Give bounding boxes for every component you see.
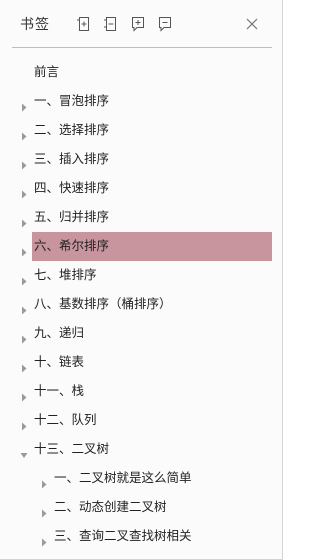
expand-arrow-icon[interactable] <box>20 213 28 228</box>
bookmark-item[interactable]: 六、希尔排序 <box>0 232 282 261</box>
bookmark-item[interactable]: 七、堆排序 <box>0 261 282 290</box>
expand-arrow-icon[interactable] <box>20 242 28 257</box>
panel-title: 书签 <box>20 17 50 33</box>
close-icon[interactable] <box>244 16 260 32</box>
bookmark-label: 前言 <box>34 64 60 79</box>
bookmark-options-icon[interactable] <box>157 16 173 32</box>
bookmark-label: 十三、二叉树 <box>34 441 110 456</box>
bookmark-tree: 前言一、冒泡排序 二、选择排序 三、插入排序 四、快速排序 五、归并排序 六、希尔排序 七、… <box>0 58 282 551</box>
bookmark-label: 十一、栈 <box>34 383 85 398</box>
panel-header: 书签 <box>0 0 282 48</box>
expand-arrow-icon[interactable] <box>20 271 28 286</box>
header-divider <box>12 47 272 48</box>
expand-arrow-icon[interactable] <box>20 97 28 112</box>
bookmark-label: 六、希尔排序 <box>34 238 110 253</box>
bookmark-label: 三、插入排序 <box>34 151 110 166</box>
collapse-arrow-icon[interactable] <box>20 445 28 458</box>
bookmark-label: 八、基数排序（桶排序） <box>34 296 172 311</box>
expand-arrow-icon[interactable] <box>40 503 48 518</box>
bookmark-item[interactable]: 四、快速排序 <box>0 174 282 203</box>
bookmark-label: 二、动态创建二叉树 <box>54 499 167 514</box>
expand-arrow-icon[interactable] <box>20 126 28 141</box>
bookmark-item[interactable]: 二、选择排序 <box>0 116 282 145</box>
bookmark-label: 九、递归 <box>34 325 85 340</box>
expand-arrow-icon[interactable] <box>40 532 48 547</box>
bookmark-item[interactable]: 八、基数排序（桶排序） <box>0 290 282 319</box>
expand-arrow-icon[interactable] <box>20 358 28 373</box>
bookmark-subitem[interactable]: 二、动态创建二叉树 <box>0 493 282 522</box>
bookmark-item[interactable]: 一、冒泡排序 <box>0 87 282 116</box>
bookmark-label: 三、查询二叉查找树相关 <box>54 528 192 543</box>
expand-arrow-icon[interactable] <box>20 155 28 170</box>
bookmark-label: 十二、队列 <box>34 412 97 427</box>
bookmark-label: 二、选择排序 <box>34 122 110 137</box>
expand-arrow-icon[interactable] <box>20 387 28 402</box>
collapse-all-icon[interactable] <box>103 16 119 32</box>
bookmark-item[interactable]: 五、归并排序 <box>0 203 282 232</box>
expand-all-icon[interactable] <box>76 16 92 32</box>
bookmarks-panel: 书签 前言 一、冒泡排序 二、选择排序 三、插入排序 四、快速排序 五、归并排序… <box>0 0 283 560</box>
bookmark-item[interactable]: 三、插入排序 <box>0 145 282 174</box>
bookmark-item[interactable]: 九、递归 <box>0 319 282 348</box>
bookmark-subitem[interactable]: 三、查询二叉查找树相关 <box>0 522 282 551</box>
add-bookmark-icon[interactable] <box>130 16 146 32</box>
bookmark-label: 一、冒泡排序 <box>34 93 110 108</box>
expand-arrow-icon[interactable] <box>20 184 28 199</box>
bookmark-item[interactable]: 前言 <box>0 58 282 87</box>
bookmark-item[interactable]: 十、链表 <box>0 348 282 377</box>
expand-arrow-icon[interactable] <box>20 329 28 344</box>
expand-arrow-icon[interactable] <box>20 300 28 315</box>
bookmark-item[interactable]: 十二、队列 <box>0 406 282 435</box>
bookmark-item[interactable]: 十三、二叉树 <box>0 435 282 464</box>
expand-arrow-icon[interactable] <box>40 474 48 489</box>
bookmark-item[interactable]: 十一、栈 <box>0 377 282 406</box>
bookmark-label: 五、归并排序 <box>34 209 110 224</box>
bookmark-label: 四、快速排序 <box>34 180 110 195</box>
bookmark-label: 十、链表 <box>34 354 85 369</box>
bookmark-label: 七、堆排序 <box>34 267 97 282</box>
bookmark-subitem[interactable]: 一、二叉树就是这么简单 <box>0 464 282 493</box>
expand-arrow-icon[interactable] <box>20 416 28 431</box>
bookmark-label: 一、二叉树就是这么简单 <box>54 470 192 485</box>
